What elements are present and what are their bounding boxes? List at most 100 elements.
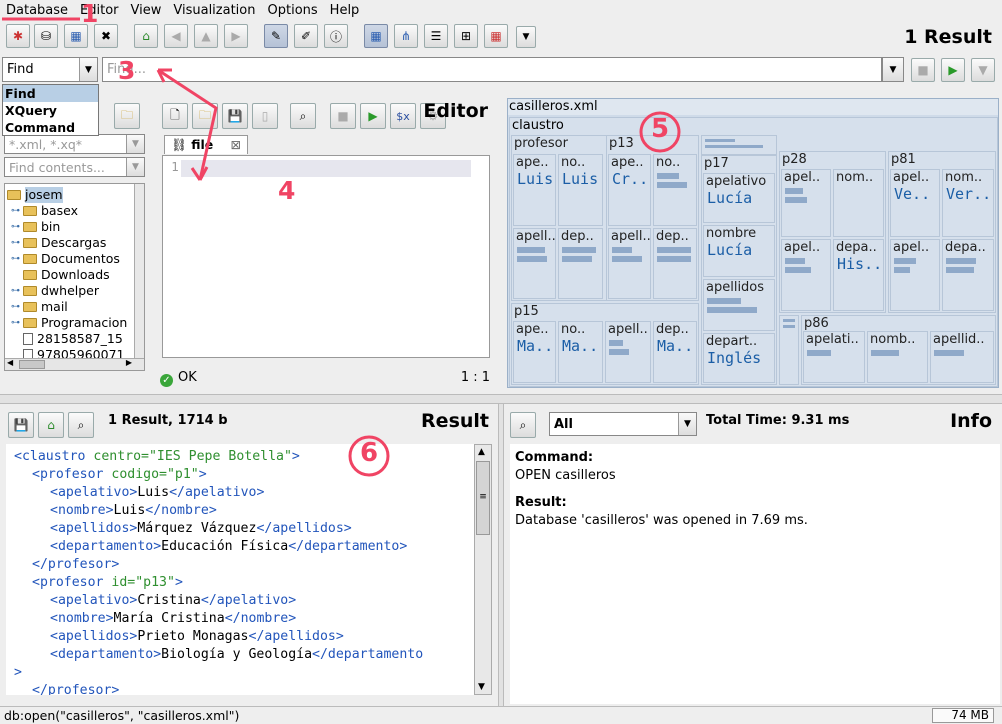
file-filter-input[interactable]: *.xml, *.xq* ▼ <box>4 134 145 154</box>
project-toggle-button[interactable]: ✐ <box>294 24 318 48</box>
tree-item[interactable]: ⊶ bin <box>5 219 144 235</box>
expand-icon[interactable]: ⊶ <box>11 315 21 331</box>
map-node[interactable] <box>701 135 777 155</box>
result-vertical-scrollbar[interactable]: ▲ ≡ ▼ <box>474 444 492 695</box>
plot-view-button[interactable]: ⊞ <box>454 24 478 48</box>
open-folder-button[interactable]: 🗀 <box>114 103 140 129</box>
map-node[interactable]: depart.. Inglés <box>703 333 775 383</box>
map-node[interactable]: no.. Ma.. <box>558 321 603 383</box>
map-node[interactable]: ape.. Ma.. <box>513 321 556 383</box>
result-home-button[interactable]: ⌂ <box>38 412 64 438</box>
tree-item[interactable]: 28158587_15 <box>5 331 144 347</box>
map-node[interactable]: apel.. <box>781 239 831 311</box>
map-node[interactable]: nom.. Ver.. <box>942 169 994 237</box>
variables-button[interactable]: $x <box>390 103 416 129</box>
map-node[interactable]: apel.. Ve.. <box>890 169 940 237</box>
tree-item[interactable]: ⊶ basex <box>5 203 144 219</box>
table-view-button[interactable]: ▦ <box>484 24 508 48</box>
chevron-down-icon[interactable]: ▼ <box>126 135 144 153</box>
map-visualization[interactable]: casilleros.xml claustro profesor ape.. Lu… <box>507 98 999 388</box>
info-toggle-button[interactable]: ⓘ <box>324 24 348 48</box>
tree-item[interactable]: josem <box>5 187 144 203</box>
map-node[interactable]: no.. Luis <box>558 154 603 226</box>
memory-indicator[interactable]: 74 MB <box>932 708 994 723</box>
tree-item[interactable]: ⊶ mail <box>5 299 144 315</box>
chevron-down-icon[interactable]: ▼ <box>79 58 97 81</box>
scroll-thumb[interactable]: ≡ <box>476 461 490 535</box>
map-node[interactable]: apelati.. <box>803 331 865 383</box>
dropdown-option-xquery[interactable]: XQuery <box>3 102 98 119</box>
arrow-left-icon[interactable]: ◀ <box>7 358 13 367</box>
map-node[interactable]: dep.. <box>653 228 697 299</box>
menu-help[interactable]: Help <box>324 1 366 21</box>
map-node[interactable]: ape.. Cr.. <box>608 154 651 226</box>
map-node[interactable]: apell.. <box>513 228 556 299</box>
new-database-button[interactable]: ✱ <box>6 24 30 48</box>
tree-horizontal-scrollbar[interactable]: ◀ ▶ <box>5 358 144 370</box>
menu-options[interactable]: Options <box>262 1 324 21</box>
close-tab-icon[interactable]: ⊠ <box>231 136 241 153</box>
tree-item[interactable]: ⊶ Descargas <box>5 235 144 251</box>
map-node[interactable]: depa.. His.. <box>833 239 884 311</box>
new-file-button[interactable]: 🗋 <box>162 103 188 129</box>
mode-select[interactable]: Find ▼ <box>2 57 98 82</box>
up-button[interactable]: ▲ <box>194 24 218 48</box>
menu-view[interactable]: View <box>125 1 168 21</box>
chevron-down-icon[interactable]: ▼ <box>126 158 144 176</box>
expand-icon[interactable]: ⊶ <box>11 299 21 315</box>
folder-view-button[interactable]: ☰ <box>424 24 448 48</box>
contents-filter-input[interactable]: Find contents... ▼ <box>4 157 145 177</box>
expand-icon[interactable]: ⊶ <box>11 235 21 251</box>
open-file-button[interactable]: 🗀 <box>192 103 218 129</box>
more-views-button[interactable]: ▼ <box>516 26 536 48</box>
expand-icon[interactable]: ⊶ <box>11 283 21 299</box>
editor-tab[interactable]: ⛓ file ⊠ <box>164 135 248 154</box>
result-search-button[interactable]: ⌕ <box>68 412 94 438</box>
map-node[interactable]: apell.. <box>608 228 651 299</box>
forward-button[interactable]: ▶ <box>224 24 248 48</box>
dropdown-option-find[interactable]: Find <box>3 85 98 102</box>
chevron-down-icon[interactable]: ▼ <box>678 413 696 435</box>
find-replace-button[interactable]: ⌕ <box>290 103 316 129</box>
map-node[interactable]: apelativo Lucía <box>703 173 775 223</box>
map-node[interactable] <box>779 315 799 385</box>
map-node[interactable]: nombre Lucía <box>703 225 775 277</box>
info-search-button[interactable]: ⌕ <box>510 412 536 438</box>
map-node[interactable]: ape.. Luis <box>513 154 556 226</box>
search-input[interactable]: Find... <box>102 57 882 82</box>
tree-item[interactable]: ⊶ Programacion <box>5 315 144 331</box>
home-button[interactable]: ⌂ <box>134 24 158 48</box>
close-file-button[interactable]: ▯ <box>252 103 278 129</box>
menu-database[interactable]: Database <box>0 1 74 21</box>
map-node[interactable]: apell.. <box>605 321 651 383</box>
filter-button[interactable]: ▼ <box>971 58 995 82</box>
map-node[interactable]: dep.. <box>558 228 603 299</box>
execute-button[interactable]: ▶ <box>941 58 965 82</box>
horizontal-splitter[interactable] <box>0 394 1002 404</box>
expand-icon[interactable]: ⊶ <box>11 203 21 219</box>
expand-icon[interactable]: ⊶ <box>11 219 21 235</box>
tree-item[interactable]: ⊶ dwhelper <box>5 283 144 299</box>
stop-button[interactable]: ■ <box>911 58 935 82</box>
map-node[interactable]: depa.. <box>942 239 994 311</box>
expand-icon[interactable]: ⊶ <box>11 251 21 267</box>
query-editor[interactable]: 1 <box>162 155 490 358</box>
map-node[interactable]: nom.. <box>833 169 884 237</box>
tree-item[interactable]: ⊶ Documentos <box>5 251 144 267</box>
arrow-right-icon[interactable]: ▶ <box>126 358 132 367</box>
map-node[interactable]: nomb.. <box>867 331 928 383</box>
tree-item[interactable]: Downloads <box>5 267 144 283</box>
map-node[interactable]: apel.. <box>890 239 940 311</box>
map-node[interactable]: apel.. <box>781 169 831 237</box>
history-dropdown[interactable]: ▼ <box>882 57 904 82</box>
dropdown-option-command[interactable]: Command <box>3 119 98 136</box>
map-view-button[interactable]: ▦ <box>364 24 388 48</box>
map-node[interactable]: apellid.. <box>930 331 994 383</box>
tree-view-button[interactable]: ⋔ <box>394 24 418 48</box>
map-node[interactable]: apellidos <box>703 279 775 331</box>
result-xml-view[interactable]: <claustro centro="IES Pepe Botella"> <pro… <box>6 444 474 695</box>
editor-toggle-button[interactable]: ✎ <box>264 24 288 48</box>
map-node[interactable]: no.. <box>653 154 697 226</box>
arrow-down-icon[interactable]: ▼ <box>478 682 485 692</box>
info-filter-select[interactable]: All ▼ <box>549 412 697 436</box>
